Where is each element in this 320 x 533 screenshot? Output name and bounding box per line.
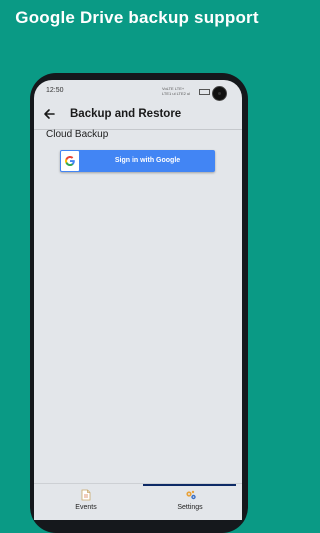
- nav-tab-settings[interactable]: Settings: [138, 484, 242, 520]
- cloud-backup-heading: Cloud Backup: [46, 129, 109, 140]
- google-logo-icon: [65, 156, 75, 166]
- back-arrow-icon[interactable]: [42, 107, 56, 121]
- battery-icon: [199, 89, 210, 95]
- front-camera: [212, 86, 227, 101]
- google-logo-box: [61, 151, 79, 171]
- google-signin-button[interactable]: Sign in with Google: [60, 150, 215, 172]
- gears-icon: [186, 490, 196, 500]
- page-title: Backup and Restore: [70, 108, 182, 120]
- status-time: 12:50: [46, 87, 64, 94]
- status-bar: 12:50 VoLTE LTE+ LTE1 ul LTE2 ul: [34, 80, 242, 102]
- phone-screen: 12:50 VoLTE LTE+ LTE1 ul LTE2 ul Backup …: [34, 80, 242, 520]
- nav-label-settings: Settings: [177, 504, 203, 511]
- promo-title: Google Drive backup support: [15, 8, 259, 27]
- document-icon: [81, 489, 91, 501]
- network-status: VoLTE LTE+ LTE1 ul LTE2 ul: [162, 86, 190, 96]
- nav-tab-events[interactable]: Events: [34, 484, 138, 520]
- bottom-navigation: Events Settings: [34, 483, 242, 520]
- network-line-2: LTE1 ul LTE2 ul: [162, 91, 191, 96]
- signin-button-label: Sign in with Google: [114, 157, 181, 164]
- nav-label-events: Events: [75, 504, 97, 511]
- app-bar: Backup and Restore: [34, 102, 242, 130]
